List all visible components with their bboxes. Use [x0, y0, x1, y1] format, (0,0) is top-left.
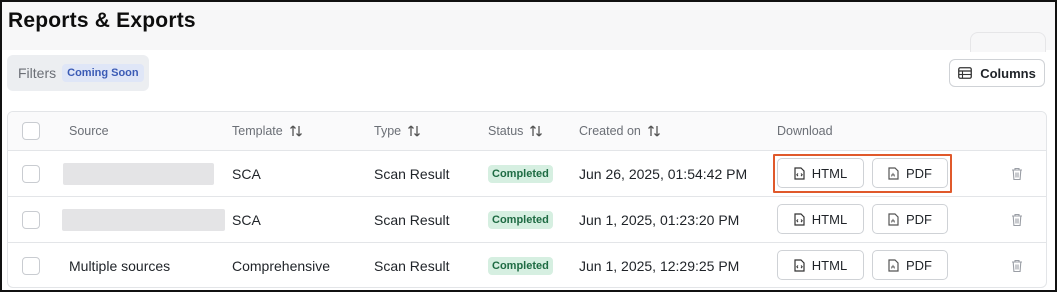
template-cell: SCA	[232, 211, 261, 228]
redacted-source	[63, 162, 214, 185]
created-cell: Jun 26, 2025, 01:54:42 PM	[579, 165, 748, 182]
file-code-icon	[794, 166, 805, 180]
sort-arrows-icon[interactable]	[407, 124, 421, 138]
delete-button[interactable]	[1011, 151, 1023, 196]
header-type-label: Type	[374, 124, 402, 138]
type-cell: Scan Result	[374, 165, 450, 182]
header-type[interactable]: Type	[374, 112, 421, 150]
table-row: SCA Scan Result Completed Jun 26, 2025, …	[8, 150, 1046, 196]
file-pdf-icon	[888, 258, 899, 272]
download-pdf-button[interactable]: PDF	[872, 250, 948, 280]
trash-icon[interactable]	[1011, 213, 1023, 227]
status-badge: Completed	[488, 210, 553, 229]
template-cell: Comprehensive	[232, 258, 331, 274]
header-created-label: Created on	[579, 124, 641, 138]
download-html-button[interactable]: HTML	[777, 158, 864, 188]
download-html-button[interactable]: HTML	[777, 204, 864, 234]
header-created[interactable]: Created on	[579, 112, 661, 150]
sort-arrows-icon[interactable]	[647, 124, 661, 138]
download-pdf-label: PDF	[906, 257, 932, 273]
select-all-cell	[22, 112, 40, 150]
header-template-label: Template	[232, 124, 283, 138]
columns-button-label: Columns	[980, 65, 1036, 81]
sort-arrows-icon[interactable]	[289, 124, 303, 138]
table-header-row: Source Template Type Status Created on D…	[8, 112, 1046, 150]
header-source: Source	[69, 112, 109, 150]
header-status[interactable]: Status	[488, 112, 543, 150]
source-cell: Multiple sources	[69, 258, 171, 274]
table-row: SCA Scan Result Completed Jun 1, 2025, 0…	[8, 196, 1046, 242]
select-all-checkbox[interactable]	[22, 122, 40, 140]
file-code-icon	[794, 212, 805, 226]
row-select-cell	[22, 151, 40, 196]
download-html-label: HTML	[811, 165, 848, 181]
status-cell: Completed	[488, 151, 553, 196]
filters-label: Filters	[18, 65, 57, 81]
reports-table: Source Template Type Status Created on D…	[7, 111, 1047, 288]
row-select-cell	[22, 243, 40, 287]
columns-button[interactable]: Columns	[949, 59, 1045, 87]
download-pdf-label: PDF	[906, 211, 932, 227]
file-pdf-icon	[888, 166, 899, 180]
file-code-icon	[794, 258, 805, 272]
file-pdf-icon	[888, 212, 899, 226]
source-cell	[63, 151, 214, 196]
header-source-label: Source	[69, 124, 109, 138]
status-cell: Completed	[488, 243, 553, 287]
trash-icon[interactable]	[1011, 167, 1023, 181]
table-icon	[958, 67, 973, 79]
template-cell: SCA	[232, 165, 261, 182]
redacted-source	[62, 208, 225, 231]
download-html-label: HTML	[811, 257, 848, 273]
row-checkbox[interactable]	[22, 257, 40, 275]
row-select-cell	[22, 197, 40, 242]
download-html-button[interactable]: HTML	[777, 250, 864, 280]
created-cell: Jun 1, 2025, 01:23:20 PM	[579, 211, 740, 228]
download-pdf-button[interactable]: PDF	[872, 204, 948, 234]
status-cell: Completed	[488, 197, 553, 242]
download-pdf-label: PDF	[906, 165, 932, 181]
coming-soon-badge: Coming Soon	[62, 64, 144, 82]
header-download-label: Download	[777, 124, 833, 138]
type-cell: Scan Result	[374, 258, 450, 274]
row-checkbox[interactable]	[22, 210, 40, 229]
type-cell: Scan Result	[374, 211, 450, 228]
delete-button[interactable]	[1011, 243, 1023, 287]
header-status-label: Status	[488, 124, 524, 138]
download-pdf-button[interactable]: PDF	[872, 158, 948, 188]
download-html-label: HTML	[811, 211, 848, 227]
trash-icon[interactable]	[1011, 259, 1023, 273]
delete-button[interactable]	[1011, 197, 1023, 242]
created-cell: Jun 1, 2025, 12:29:25 PM	[579, 258, 740, 274]
status-badge: Completed	[488, 257, 553, 275]
page-title: Reports & Exports	[8, 9, 196, 32]
row-checkbox[interactable]	[22, 164, 40, 183]
status-badge: Completed	[488, 164, 553, 183]
header-download: Download	[777, 112, 833, 150]
hidden-tab	[970, 32, 1046, 52]
table-row: Multiple sources Comprehensive Scan Resu…	[8, 242, 1046, 287]
filters-bar: Filters Coming Soon	[7, 55, 149, 91]
header-template[interactable]: Template	[232, 112, 303, 150]
sort-arrows-icon[interactable]	[529, 124, 543, 138]
source-cell	[62, 197, 225, 242]
